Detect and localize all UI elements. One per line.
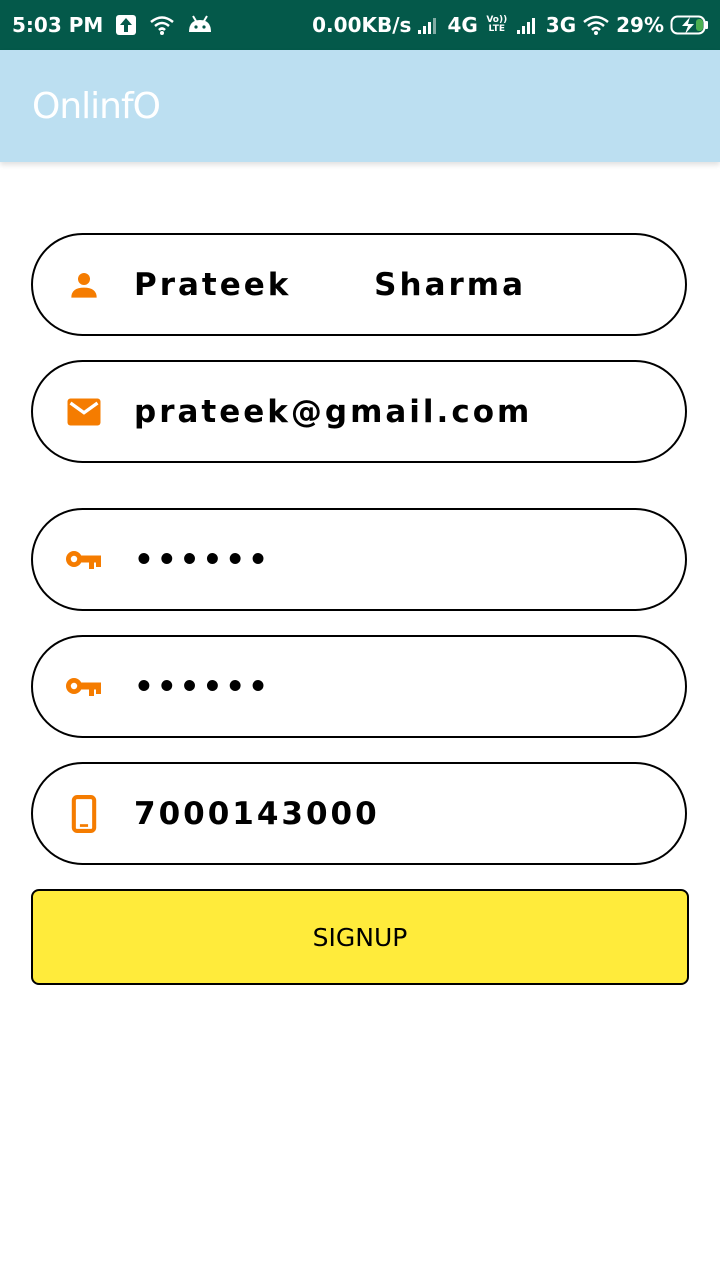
- confirm-password-field[interactable]: ••••••: [31, 635, 687, 738]
- phone-icon: [65, 794, 103, 833]
- email-icon: [65, 393, 103, 431]
- name-field[interactable]: Prateek Sharma: [31, 233, 687, 336]
- password-field[interactable]: ••••••: [31, 508, 687, 611]
- phone-field[interactable]: 7000143000: [31, 762, 687, 865]
- email-input-value: prateek@gmail.com: [134, 393, 533, 430]
- person-icon: [65, 266, 103, 304]
- battery-percent: 29%: [616, 13, 664, 37]
- phone-input-value: 7000143000: [134, 795, 380, 832]
- status-left: 5:03 PM: [12, 0, 213, 50]
- app-bar: OnlinfO: [0, 50, 720, 162]
- wifi-icon: [582, 14, 610, 36]
- status-right: 0.00KB/s 4G Vo)) LTE 3G 29%: [312, 0, 710, 50]
- upload-icon: [115, 14, 137, 36]
- network-type-2: 3G: [545, 13, 577, 37]
- key-icon: [65, 541, 103, 579]
- wifi-hotspot-icon: [149, 14, 175, 36]
- key-icon: [65, 668, 103, 706]
- signal-icon-2: [516, 15, 540, 35]
- confirm-password-input-value: ••••••: [134, 668, 271, 705]
- signup-button[interactable]: SIGNUP: [31, 889, 689, 985]
- email-field[interactable]: prateek@gmail.com: [31, 360, 687, 463]
- signal-icon: [417, 15, 441, 35]
- name-input-value: Prateek Sharma: [134, 266, 526, 303]
- network-type-1: 4G: [447, 13, 478, 37]
- password-input-value: ••••••: [134, 541, 271, 578]
- status-bar: 5:03 PM 0.00KB/s 4G Vo)) LTE 3G 29%: [0, 0, 720, 50]
- app-title: OnlinfO: [32, 86, 161, 127]
- volte-indicator: Vo)) LTE: [486, 15, 508, 34]
- net-speed: 0.00KB/s: [312, 13, 412, 37]
- android-icon: [187, 14, 213, 36]
- status-time: 5:03 PM: [12, 13, 104, 37]
- battery-charging-icon: [670, 14, 710, 36]
